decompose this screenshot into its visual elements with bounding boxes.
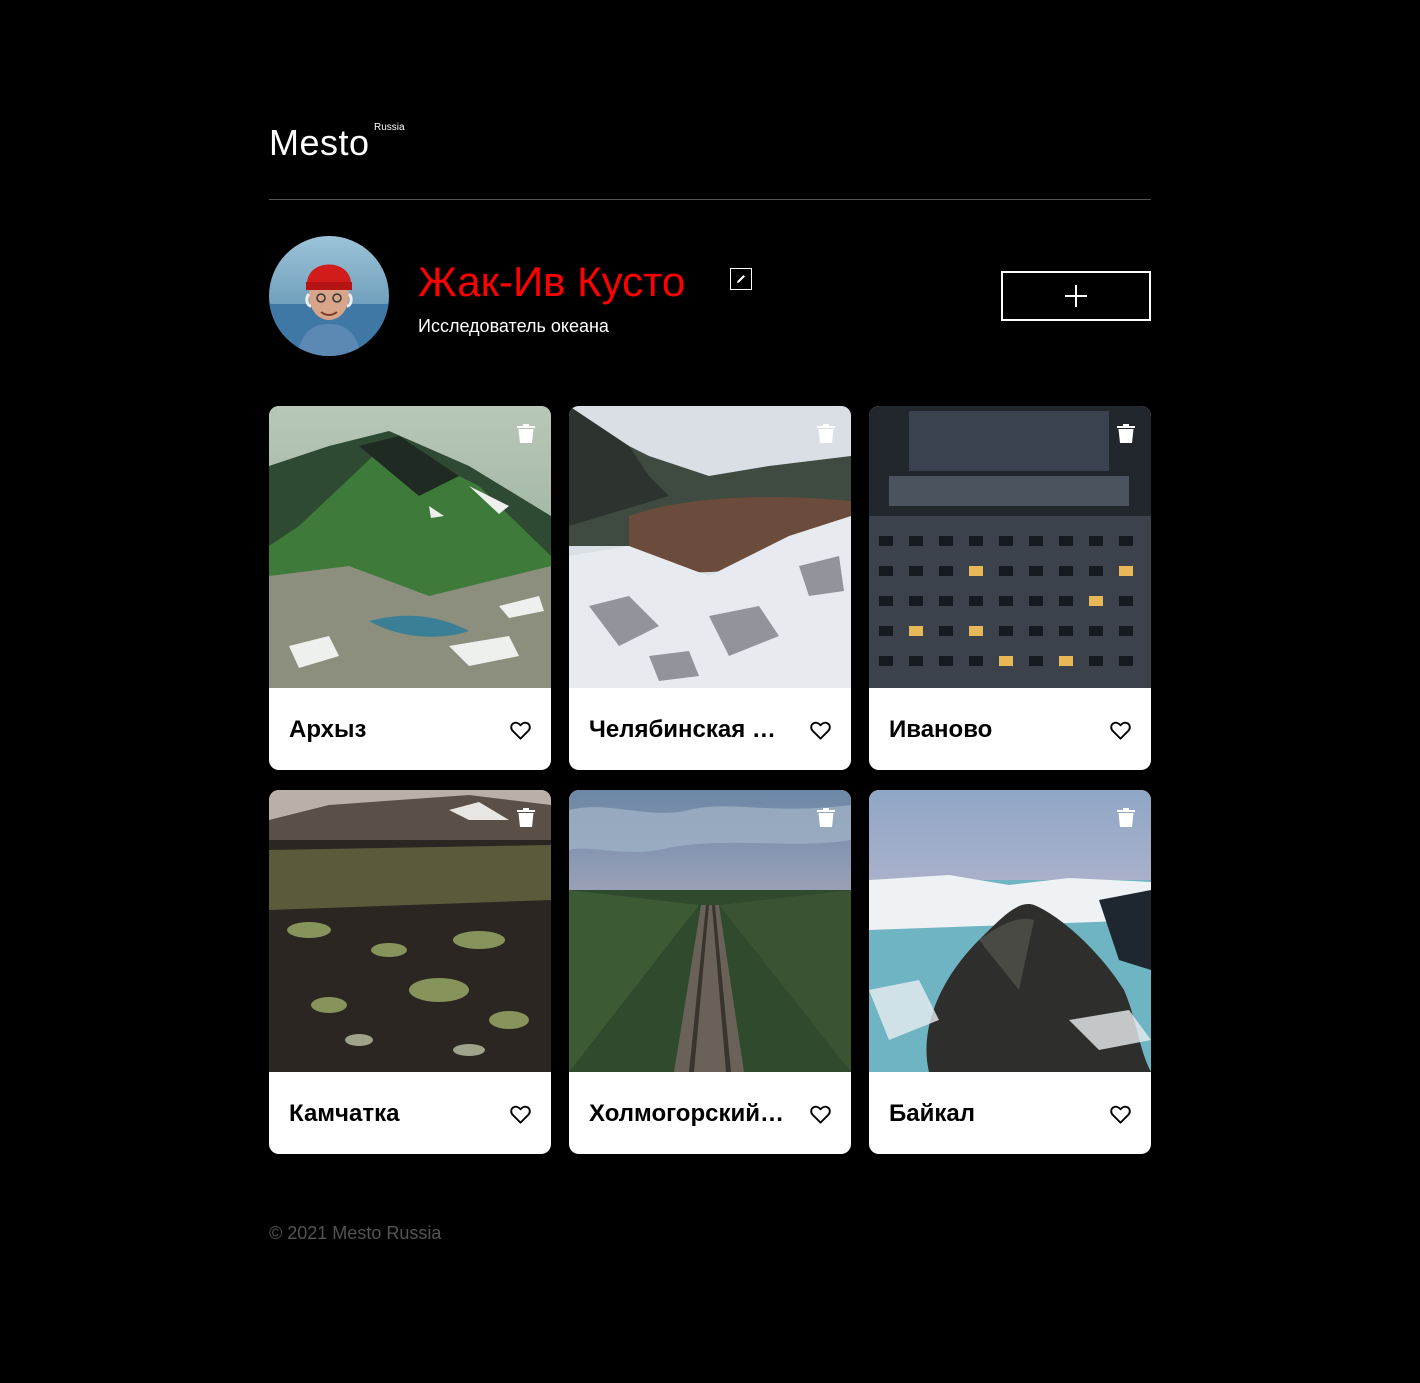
card-caption: Иваново <box>869 688 1151 770</box>
profile-name: Жак-Ив Кусто <box>418 258 686 305</box>
profile-about: Исследователь океана <box>418 316 609 336</box>
trash-icon[interactable] <box>1117 424 1135 443</box>
card-title: Холмогорский район <box>589 1100 789 1127</box>
card-image[interactable] <box>869 406 1151 688</box>
footer-copyright: © 2021 Mesto Russia <box>269 1223 442 1243</box>
card-image[interactable] <box>869 790 1151 1072</box>
card: Камчатка <box>269 790 551 1154</box>
avatar[interactable] <box>269 236 389 356</box>
trash-icon[interactable] <box>517 424 535 443</box>
trash-icon[interactable] <box>517 808 535 827</box>
logo: Mesto <box>269 122 370 163</box>
profile: Жак-Ив Кусто Исследователь океана <box>269 200 1151 406</box>
card-title: Архыз <box>289 716 367 743</box>
header: Mesto Russia <box>269 118 1151 200</box>
card-title: Камчатка <box>289 1100 400 1127</box>
trash-icon[interactable] <box>1117 808 1135 827</box>
card-caption: Архыз <box>269 688 551 770</box>
card-title: Челябинская область <box>589 716 789 743</box>
plus-icon <box>1065 285 1087 307</box>
heart-outline-icon[interactable] <box>510 721 531 740</box>
card: Челябинская область <box>569 406 851 770</box>
logo-subtitle: Russia <box>374 122 405 133</box>
card-image[interactable] <box>269 406 551 688</box>
card-caption: Байкал <box>869 1072 1151 1154</box>
edit-profile-button[interactable] <box>730 268 752 290</box>
add-card-button[interactable] <box>1001 271 1151 321</box>
card-caption: Холмогорский район <box>569 1072 851 1154</box>
trash-icon[interactable] <box>817 424 835 443</box>
cards-grid: Архыз Челябинская область <box>269 406 1151 1154</box>
card-title: Иваново <box>889 716 993 743</box>
footer: © 2021 Mesto Russia <box>269 1222 1151 1244</box>
heart-outline-icon[interactable] <box>1110 721 1131 740</box>
card: Холмогорский район <box>569 790 851 1154</box>
heart-outline-icon[interactable] <box>510 1105 531 1124</box>
card: Архыз <box>269 406 551 770</box>
card: Байкал <box>869 790 1151 1154</box>
card-image[interactable] <box>569 790 851 1072</box>
card-image[interactable] <box>569 406 851 688</box>
card-caption: Челябинская область <box>569 688 851 770</box>
card: Иваново <box>869 406 1151 770</box>
page: Mesto Russia Жак-Ив Кусто Исследователь … <box>269 0 1151 1244</box>
heart-outline-icon[interactable] <box>1110 1105 1131 1124</box>
trash-icon[interactable] <box>817 808 835 827</box>
card-title: Байкал <box>889 1100 975 1127</box>
heart-outline-icon[interactable] <box>810 1105 831 1124</box>
card-image[interactable] <box>269 790 551 1072</box>
pencil-icon <box>737 275 745 283</box>
card-caption: Камчатка <box>269 1072 551 1154</box>
heart-outline-icon[interactable] <box>810 721 831 740</box>
